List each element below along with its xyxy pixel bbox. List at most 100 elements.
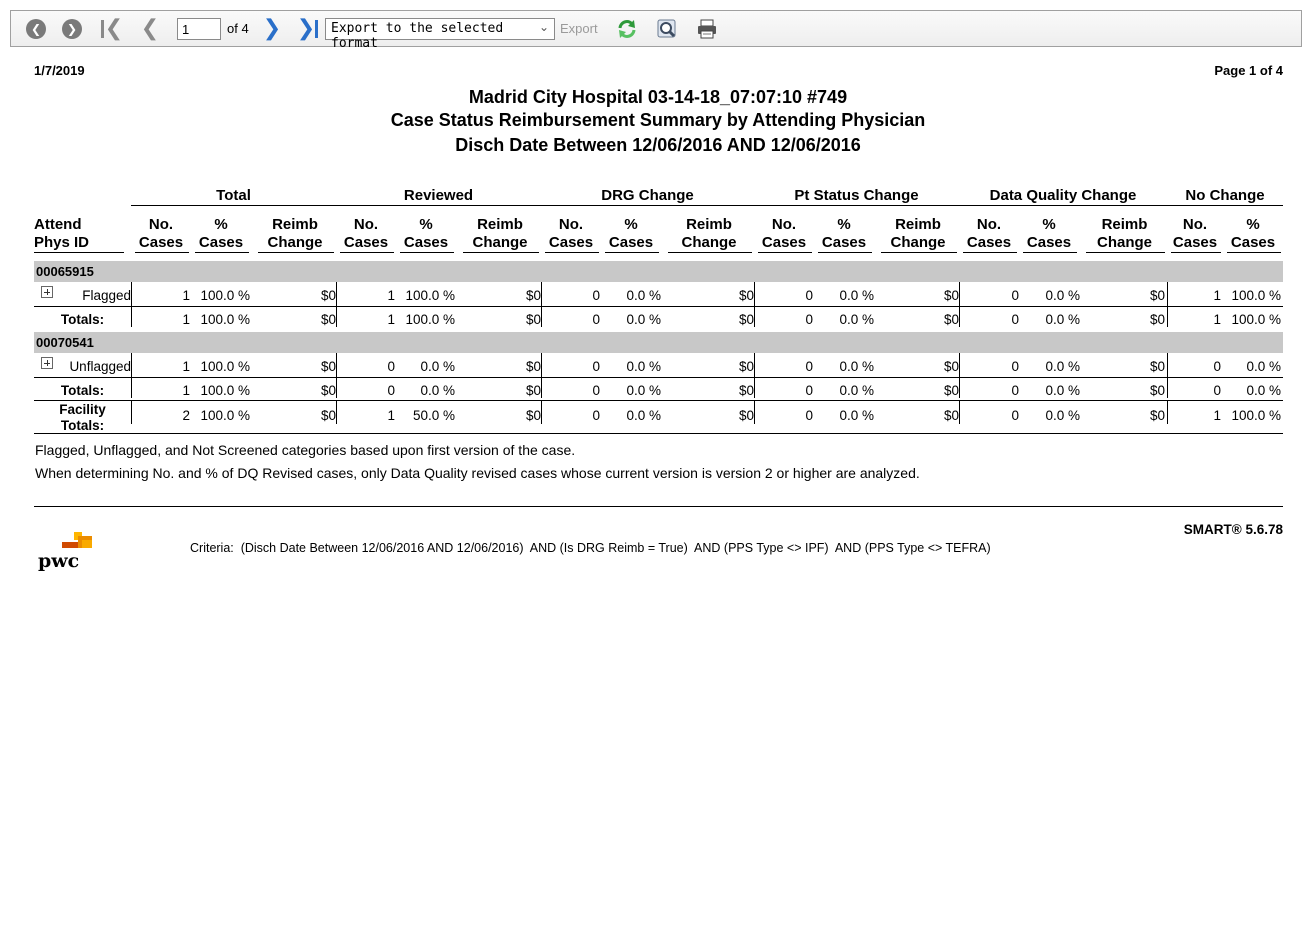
- export-button[interactable]: Export: [560, 21, 598, 36]
- category-row-cell: $0: [525, 288, 541, 303]
- print-button[interactable]: [696, 18, 718, 40]
- report-title: Case Status Reimbursement Summary by Att…: [390, 110, 926, 130]
- column-divider: [1167, 306, 1168, 327]
- forward-icon: ❯: [62, 18, 82, 39]
- column-header-underline: [545, 252, 599, 253]
- app-version: SMART® 5.6.78: [1183, 522, 1283, 537]
- totals-row-cell: $0: [738, 383, 754, 398]
- facility-totals-row-cell: 2: [182, 408, 190, 423]
- column-header: % Cases: [191, 216, 251, 252]
- column-header-underline: [1171, 252, 1221, 253]
- totals-row-cell: 1: [182, 383, 190, 398]
- physician-id: 00065915: [36, 264, 94, 279]
- forward-button[interactable]: ❯: [61, 11, 83, 46]
- facility-totals-row-cell: 1: [387, 408, 395, 423]
- totals-row-cell: $0: [943, 312, 959, 327]
- totals-row-cell: 0: [805, 383, 813, 398]
- prev-page-button[interactable]: ❮: [139, 11, 161, 46]
- column-header-line1: No.: [771, 216, 797, 233]
- totals-row-cell: 0: [387, 383, 395, 398]
- group-header-underline: [754, 205, 959, 206]
- column-header: Reimb Change: [877, 216, 959, 252]
- category-row-cell: 0: [805, 288, 813, 303]
- column-divider: [131, 282, 132, 306]
- totals-row-cell: 100.0 %: [1231, 312, 1281, 327]
- column-header-line2: Cases: [608, 234, 654, 251]
- last-page-button[interactable]: ❯: [295, 11, 321, 46]
- report-viewer-toolbar: ❮ ❯ ❮ ❮ of 4 ❯ ❯ Export to the selected …: [10, 10, 1302, 51]
- totals-row-cell: 0.0 %: [1045, 312, 1080, 327]
- totals-row-cell: $0: [320, 383, 336, 398]
- column-header-line1: No.: [558, 216, 584, 233]
- column-divider: [959, 282, 960, 306]
- column-header-line2: Change: [681, 234, 737, 251]
- column-divider: [541, 282, 542, 306]
- refresh-button[interactable]: [616, 18, 638, 40]
- column-divider: [1167, 353, 1168, 377]
- column-header-line1: %: [624, 216, 638, 233]
- group-header: No Change: [1185, 187, 1265, 204]
- export-format-value: Export to the selected format: [331, 21, 504, 51]
- column-header-underline: [963, 252, 1017, 253]
- column-header-line1: Reimb: [1101, 216, 1148, 233]
- column-header: No. Cases: [754, 216, 814, 252]
- totals-row-cell: 0.0 %: [420, 383, 455, 398]
- page-number-input[interactable]: [177, 18, 221, 40]
- column-header-line2: Change: [472, 234, 528, 251]
- column-divider: [541, 377, 542, 398]
- column-header: % Cases: [601, 216, 661, 252]
- facility-totals-label: Facility Totals:: [34, 402, 131, 434]
- category-label[interactable]: Unflagged: [69, 359, 131, 374]
- category-row-cell: 1: [387, 288, 395, 303]
- totals-row-cell: 0.0 %: [839, 383, 874, 398]
- group-header-underline: [959, 205, 1167, 206]
- totals-row-cell: $0: [1149, 383, 1165, 398]
- find-button[interactable]: [656, 18, 678, 40]
- column-header-line2: Cases: [1026, 234, 1072, 251]
- back-button[interactable]: ❮: [25, 11, 47, 46]
- column-header-line2: Cases: [761, 234, 807, 251]
- group-header-underline: [1167, 205, 1283, 206]
- category-row-cell: 0: [1011, 288, 1019, 303]
- column-header-line2: Change: [890, 234, 946, 251]
- export-format-select[interactable]: Export to the selected format ⌄: [325, 18, 555, 51]
- category-row-cell: 100.0 %: [405, 288, 455, 303]
- totals-row-cell: $0: [738, 312, 754, 327]
- report-title-facility: Madrid City Hospital 03-14-18_07:07:10 #…: [468, 87, 848, 107]
- row-divider: [34, 306, 1283, 307]
- report-page-indicator: Page 1 of 4: [1214, 63, 1283, 78]
- column-header: Reimb Change: [664, 216, 754, 252]
- column-header-line1: No.: [148, 216, 174, 233]
- totals-row-cell: 0.0 %: [839, 312, 874, 327]
- column-divider: [754, 400, 755, 424]
- group-header: DRG Change: [601, 187, 694, 204]
- group-header: Pt Status Change: [794, 187, 919, 204]
- expand-toggle-icon[interactable]: [41, 286, 53, 298]
- category-row-cell: 0: [592, 359, 600, 374]
- column-divider: [959, 306, 960, 327]
- facility-totals-row-cell: 0: [1011, 408, 1019, 423]
- category-row-cell: $0: [738, 288, 754, 303]
- totals-row-cell: 0: [592, 383, 600, 398]
- totals-row-cell: 100.0 %: [405, 312, 455, 327]
- category-row-cell: 1: [182, 359, 190, 374]
- category-row-cell: $0: [1149, 359, 1165, 374]
- column-header-underline: [758, 252, 812, 253]
- expand-toggle-icon[interactable]: [41, 357, 53, 369]
- column-divider: [541, 306, 542, 327]
- column-header-line1: %: [214, 216, 228, 233]
- column-header-underline: [463, 252, 539, 253]
- column-divider: [959, 377, 960, 398]
- column-header-line2: Change: [267, 234, 323, 251]
- column-header-line1: Reimb: [895, 216, 941, 233]
- column-divider: [1167, 400, 1168, 424]
- next-page-button[interactable]: ❯: [261, 11, 283, 46]
- category-row-cell: 0: [1213, 359, 1221, 374]
- category-row-cell: 0.0 %: [839, 288, 874, 303]
- footer-divider: [34, 506, 1283, 507]
- physician-band: 00070541: [34, 332, 1283, 353]
- first-page-button[interactable]: ❮: [99, 11, 125, 46]
- category-row-cell: 100.0 %: [200, 359, 250, 374]
- column-header: % Cases: [814, 216, 874, 252]
- category-label[interactable]: Flagged: [82, 288, 131, 303]
